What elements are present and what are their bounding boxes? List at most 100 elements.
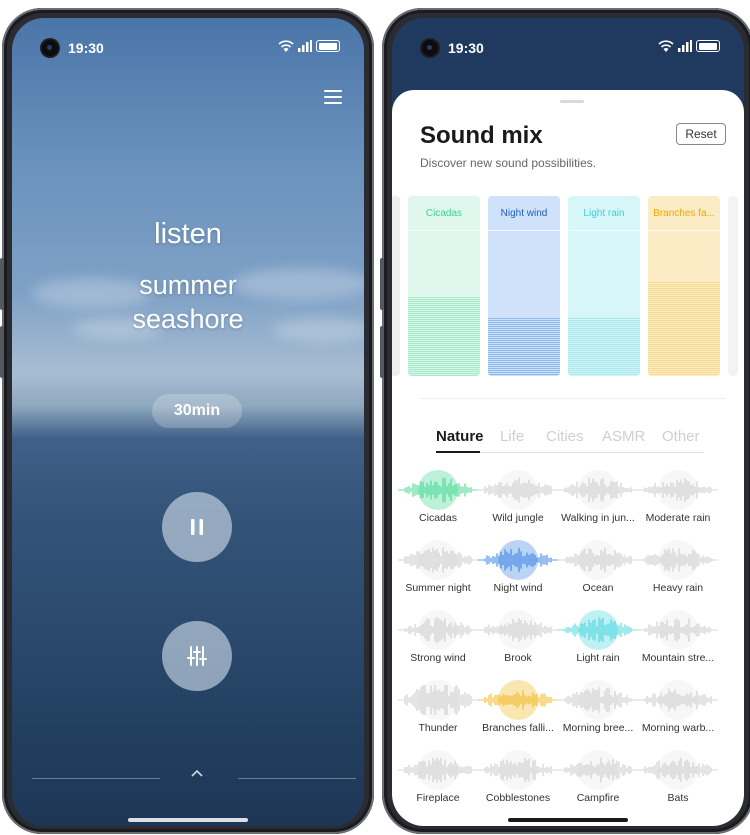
mixer-level-fill — [568, 318, 640, 376]
mixer-channel-label: Night wind — [500, 208, 548, 219]
sound-tile[interactable]: Branches falli... — [478, 678, 558, 738]
sound-tile[interactable]: Night wind — [478, 538, 558, 598]
mixer-band-line — [488, 230, 560, 231]
waveform-icon — [398, 547, 478, 573]
sound-label: Wild jungle — [492, 512, 544, 524]
sliders-icon — [187, 646, 207, 666]
sound-tile[interactable]: Light rain — [558, 608, 638, 668]
mixer-level-fill — [648, 282, 720, 376]
mixer-channels: Cicadas Night wind Light rain Branches fa..… — [392, 196, 744, 376]
category-tabs: Nature Life Cities ASMR Other — [436, 428, 726, 458]
sound-tile[interactable]: Cicadas — [398, 468, 478, 528]
mixer-channel[interactable]: Light rain — [568, 196, 640, 376]
menu-button[interactable] — [324, 90, 342, 104]
status-time: 19:30 — [448, 40, 484, 56]
track-title-line2: seashore — [132, 304, 244, 334]
sound-tile[interactable]: Moderate rain — [638, 468, 718, 528]
sound-label: Bats — [667, 792, 689, 804]
tab-asmr[interactable]: ASMR — [602, 428, 645, 445]
tab-life[interactable]: Life — [500, 428, 524, 445]
sound-tile[interactable]: Mountain stre... — [638, 608, 718, 668]
sound-label: Night wind — [493, 582, 543, 594]
signal-icon — [678, 40, 692, 52]
battery-icon — [696, 40, 720, 52]
pause-icon — [191, 519, 203, 535]
sound-tile[interactable]: Morning bree... — [558, 678, 638, 738]
status-bar: 19:30 — [12, 18, 364, 62]
mixer-channel[interactable]: Branches fa... — [648, 196, 720, 376]
player-screen: 19:30 listen summer seashore 30min — [12, 18, 364, 826]
sound-tile[interactable]: Thunder — [398, 678, 478, 738]
home-indicator[interactable] — [128, 818, 248, 822]
sound-label: Fireplace — [416, 792, 460, 804]
mixer-channel-partial — [392, 196, 400, 376]
mixer-band-line — [648, 230, 720, 231]
tab-indicator — [436, 451, 480, 453]
sound-mix-screen: 19:30 Sound mix Discover new sound possi… — [392, 18, 744, 826]
sound-tile[interactable]: Ocean — [558, 538, 638, 598]
sound-tile[interactable]: Strong wind — [398, 608, 478, 668]
sound-tile[interactable]: Wild jungle — [478, 468, 558, 528]
waveform-icon — [398, 617, 478, 643]
sheet-grab-handle[interactable] — [560, 100, 584, 103]
waveform-icon — [558, 547, 638, 573]
battery-icon — [316, 40, 340, 52]
sound-label: Thunder — [418, 722, 458, 734]
sound-tile[interactable]: Cobblestones — [478, 748, 558, 808]
sound-label: Morning bree... — [562, 722, 634, 734]
sound-label: Ocean — [582, 582, 614, 594]
signal-icon — [298, 40, 312, 52]
status-icons — [658, 39, 720, 53]
timer-button[interactable]: 30min — [152, 394, 242, 428]
sound-tile[interactable]: Bats — [638, 748, 718, 808]
sound-mixer-button[interactable] — [162, 621, 232, 691]
sound-tile[interactable]: Morning warb... — [638, 678, 718, 738]
status-time: 19:30 — [68, 40, 104, 56]
waveform-icon — [638, 688, 718, 712]
sound-tile[interactable]: Heavy rain — [638, 538, 718, 598]
reset-button[interactable]: Reset — [676, 123, 726, 145]
mixer-channel-label: Light rain — [583, 208, 625, 219]
sheet-title: Sound mix — [420, 122, 543, 149]
sound-tile[interactable]: Brook — [478, 608, 558, 668]
volume-button — [380, 326, 384, 378]
sound-tile[interactable]: Fireplace — [398, 748, 478, 808]
sound-label: Morning warb... — [641, 722, 715, 734]
waveform-icon — [558, 477, 638, 503]
pause-button[interactable] — [162, 492, 232, 562]
mixer-level-fill — [488, 318, 560, 376]
waveform-icon — [638, 548, 718, 572]
mixer-channel[interactable]: Night wind — [488, 196, 560, 376]
mixer-band-line — [408, 230, 480, 231]
sound-tile[interactable]: Summer night — [398, 538, 478, 598]
waveform-icon — [478, 690, 558, 710]
mixer-channel[interactable]: Cicadas — [408, 196, 480, 376]
waveform-icon — [558, 617, 638, 643]
tab-other[interactable]: Other — [662, 428, 700, 445]
sound-label: Brook — [504, 652, 532, 664]
sound-tile[interactable]: Walking in jun... — [558, 468, 638, 528]
waveform-icon — [478, 548, 558, 572]
tab-cities[interactable]: Cities — [546, 428, 584, 445]
front-camera — [42, 40, 58, 56]
waveform-icon — [478, 477, 558, 503]
sound-label: Campfire — [576, 792, 620, 804]
sound-label: Cobblestones — [485, 792, 551, 804]
bottom-divider — [238, 778, 356, 779]
waveform-icon — [558, 757, 638, 783]
front-camera — [422, 40, 438, 56]
home-indicator[interactable] — [508, 818, 628, 822]
status-icons — [278, 39, 340, 53]
tab-nature[interactable]: Nature — [436, 428, 484, 445]
mixer-band-line — [568, 230, 640, 231]
mixer-level-fill — [408, 297, 480, 376]
track-title-line1: summer — [139, 270, 237, 300]
volume-button — [380, 258, 384, 310]
mixer-channel-partial — [728, 196, 738, 376]
chevron-up-icon[interactable] — [190, 766, 204, 780]
sound-tile[interactable]: Campfire — [558, 748, 638, 808]
mixer-channel-label: Branches fa... — [653, 208, 715, 219]
mixer-channel-label: Cicadas — [425, 208, 463, 219]
sound-label: Summer night — [405, 582, 471, 594]
sound-label: Walking in jun... — [561, 512, 635, 524]
